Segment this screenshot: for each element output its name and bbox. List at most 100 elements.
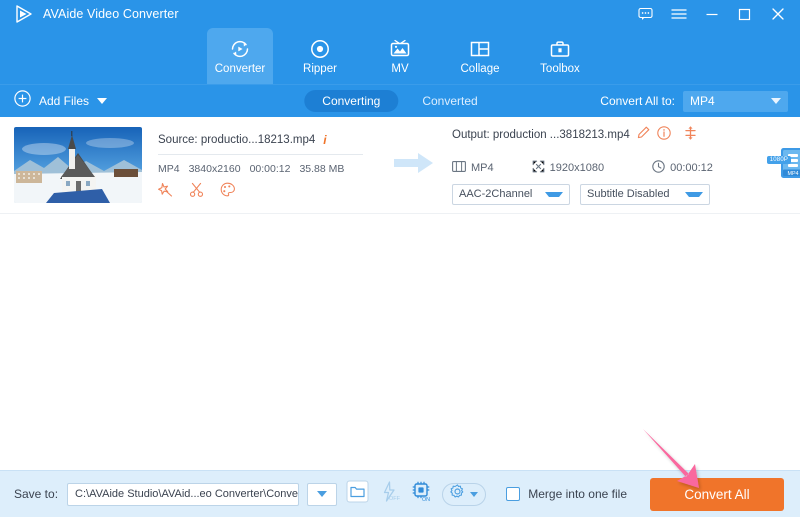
tab-converter-label: Converter bbox=[214, 62, 266, 75]
tab-mv-label: MV bbox=[391, 62, 409, 75]
output-resolution: 1920x1080 bbox=[549, 161, 605, 174]
output-actions bbox=[656, 125, 753, 145]
output-format: MP4 bbox=[471, 161, 494, 174]
video-thumbnail[interactable] bbox=[14, 127, 142, 203]
app-logo-icon bbox=[14, 4, 34, 24]
source-filesize: 35.88 MB bbox=[299, 163, 345, 175]
output-filename: Output: production ...3818213.mp4 bbox=[452, 129, 630, 141]
segment-converting[interactable]: Converting bbox=[304, 90, 399, 112]
info-circle-icon[interactable] bbox=[656, 125, 671, 145]
tab-converter[interactable]: Converter bbox=[207, 28, 273, 84]
save-path-dropdown[interactable] bbox=[307, 482, 338, 506]
magic-wand-icon[interactable] bbox=[158, 182, 173, 197]
output-format-badge: 1080P MP4 bbox=[763, 147, 800, 184]
scissors-trim-icon[interactable] bbox=[189, 182, 204, 197]
open-folder-button[interactable] bbox=[346, 480, 369, 508]
app-brand: AVAide Video Converter bbox=[14, 4, 179, 24]
output-format-cell: MP4 bbox=[452, 160, 494, 175]
audio-track-select[interactable]: AAC-2Channel bbox=[452, 183, 570, 205]
tab-mv[interactable]: MV bbox=[367, 28, 433, 84]
converter-icon bbox=[228, 37, 252, 61]
segment-converted[interactable]: Converted bbox=[404, 90, 495, 112]
source-info: Source: productio...18213.mp4 i MP4 3840… bbox=[152, 127, 380, 203]
ripper-icon bbox=[308, 37, 332, 61]
subtitle-track-select[interactable]: Subtitle Disabled bbox=[580, 183, 710, 205]
app-title: AVAide Video Converter bbox=[43, 7, 179, 21]
divider bbox=[158, 154, 363, 155]
source-resolution: 3840x2160 bbox=[188, 163, 241, 175]
source-duration: 00:00:12 bbox=[249, 163, 291, 175]
output-info: Output: production ...3818213.mp4 MP4 19… bbox=[448, 125, 753, 205]
svg-text:OFF: OFF bbox=[389, 496, 401, 502]
move-handle-icon[interactable] bbox=[684, 125, 697, 145]
clock-icon bbox=[652, 159, 665, 176]
chevron-down-icon bbox=[771, 98, 781, 104]
source-edit-actions bbox=[158, 180, 380, 197]
merge-checkbox[interactable] bbox=[506, 487, 521, 501]
tab-collage[interactable]: Collage bbox=[447, 28, 513, 84]
window-controls bbox=[637, 6, 790, 23]
right-arrow-icon bbox=[394, 152, 434, 179]
chevron-down-icon[interactable] bbox=[97, 98, 108, 104]
subtitle-track-value: Subtitle Disabled bbox=[587, 188, 670, 200]
gear-icon bbox=[450, 484, 465, 504]
feedback-icon[interactable] bbox=[637, 6, 654, 23]
add-files-button[interactable]: Add Files bbox=[14, 90, 108, 112]
chevron-down-icon bbox=[685, 191, 703, 197]
convert-all-to-select[interactable]: MP4 bbox=[683, 90, 788, 112]
lightning-off-icon: OFF bbox=[378, 480, 401, 508]
quality-badge: 1080P bbox=[766, 155, 792, 164]
source-filename: Source: productio...18213.mp4 bbox=[158, 134, 316, 146]
info-italic-icon[interactable]: i bbox=[323, 133, 326, 147]
mp4-format-icon[interactable]: MP4 bbox=[780, 147, 800, 184]
chevron-down-icon bbox=[470, 491, 479, 497]
svg-text:MP4: MP4 bbox=[788, 170, 799, 176]
file-list: Source: productio...18213.mp4 i MP4 3840… bbox=[0, 117, 800, 470]
title-bar: AVAide Video Converter bbox=[0, 0, 800, 28]
convert-all-to-value: MP4 bbox=[690, 94, 715, 108]
video-file-icon bbox=[452, 160, 466, 175]
sub-toolbar: Add Files Converting Converted Convert A… bbox=[0, 84, 800, 117]
collage-icon bbox=[468, 37, 492, 61]
chevron-down-icon bbox=[545, 191, 563, 197]
maximize-icon[interactable] bbox=[736, 6, 753, 23]
pencil-edit-icon[interactable] bbox=[637, 126, 650, 144]
track-selectors: AAC-2Channel Subtitle Disabled bbox=[452, 181, 753, 205]
file-list-item: Source: productio...18213.mp4 i MP4 3840… bbox=[0, 117, 800, 214]
tab-ripper[interactable]: Ripper bbox=[287, 28, 353, 84]
tab-toolbox[interactable]: Toolbox bbox=[527, 28, 593, 84]
save-path-input[interactable]: C:\AVAide Studio\AVAid...eo Converter\Co… bbox=[67, 482, 300, 506]
output-duration: 00:00:12 bbox=[670, 161, 713, 174]
convert-all-button[interactable]: Convert All bbox=[650, 477, 784, 511]
merge-into-one-file-toggle[interactable]: Merge into one file bbox=[506, 487, 641, 501]
svg-text:ON: ON bbox=[422, 497, 430, 503]
chevron-down-icon bbox=[317, 491, 328, 497]
bottom-bar: Save to: C:\AVAide Studio\AVAid...eo Con… bbox=[0, 429, 800, 517]
gpu-acceleration-button[interactable]: OFF bbox=[378, 480, 401, 508]
output-meta: MP4 1920x1080 00:00:12 bbox=[452, 159, 753, 176]
hardware-acceleration-button[interactable]: ON bbox=[410, 480, 433, 508]
close-icon[interactable] bbox=[769, 6, 786, 23]
palette-effects-icon[interactable] bbox=[220, 182, 235, 197]
tab-ripper-label: Ripper bbox=[303, 62, 337, 75]
output-duration-cell: 00:00:12 bbox=[652, 159, 713, 176]
main-nav-tabs: Converter Ripper MV Collage Toolbox bbox=[0, 28, 800, 84]
status-segment-control: Converting Converted bbox=[304, 90, 495, 112]
resize-icon bbox=[532, 160, 545, 176]
source-name-row: Source: productio...18213.mp4 i bbox=[158, 133, 380, 147]
tab-collage-label: Collage bbox=[460, 62, 500, 75]
chip-on-icon: ON bbox=[410, 480, 433, 508]
transfer-arrow bbox=[390, 152, 438, 179]
output-resolution-cell: 1920x1080 bbox=[532, 160, 604, 176]
audio-track-value: AAC-2Channel bbox=[459, 188, 533, 200]
open-folder-icon bbox=[346, 480, 369, 508]
minimize-icon[interactable] bbox=[703, 6, 720, 23]
settings-button[interactable] bbox=[442, 482, 487, 506]
tab-toolbox-label: Toolbox bbox=[540, 62, 580, 75]
avaide-video-converter-window: AVAide Video Converter Converter Ripper … bbox=[0, 0, 800, 517]
plus-circle-icon bbox=[14, 90, 31, 112]
hamburger-menu-icon[interactable] bbox=[670, 6, 687, 23]
merge-label: Merge into one file bbox=[528, 487, 627, 501]
mv-icon bbox=[388, 37, 412, 61]
source-format: MP4 bbox=[158, 163, 180, 175]
